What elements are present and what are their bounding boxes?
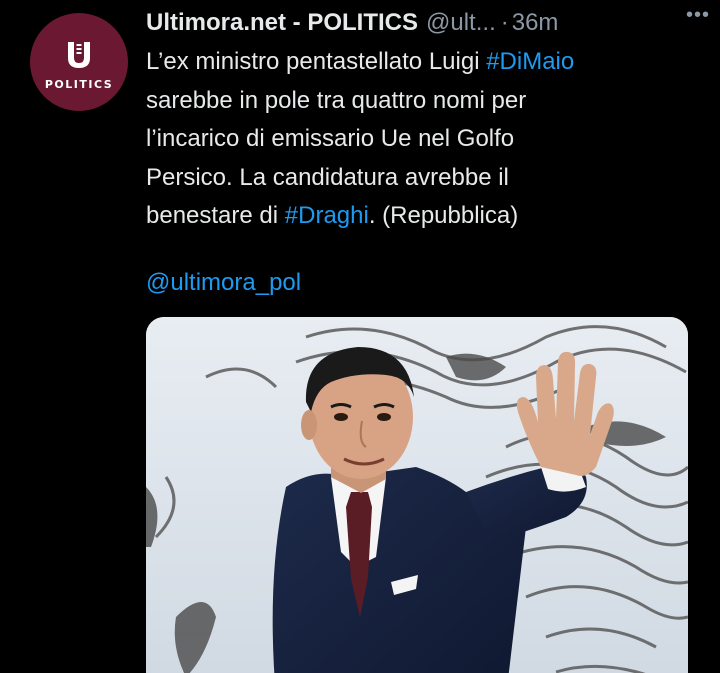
tweet: POLITICS Ultimora.net - POLITICS @ult...… [0,0,720,673]
tweet-line-5: benestare di #Draghi. (Repubblica) [146,197,706,236]
tweet-header: Ultimora.net - POLITICS @ult... · 36m [146,6,700,40]
tweet-line-4: Persico. La candidatura avrebbe il [146,163,509,191]
tweet-line-2: sarebbe in pole tra quattro nomi per [146,86,527,114]
text-segment: benestare di [146,202,285,229]
photo-man-waving-icon [146,317,688,673]
mention-line: @ultimora_pol [146,264,301,302]
mention-link[interactable]: @ultimora_pol [146,269,301,296]
timestamp[interactable]: 36m [512,9,559,37]
avatar-label: POLITICS [44,77,114,91]
ultimora-logo-icon [68,41,90,68]
text-segment: L’ex ministro pentastellato Luigi [146,48,487,75]
text-segment: . (Repubblica) [368,202,519,229]
avatar[interactable]: POLITICS [30,13,128,111]
more-options-icon[interactable]: ••• [686,4,710,27]
tweet-text: L’ex ministro pentastellato Luigi #DiMai… [146,43,706,236]
hashtag-draghi[interactable]: #Draghi [285,202,369,229]
tweet-line-1: L’ex ministro pentastellato Luigi #DiMai… [146,43,706,82]
tweet-photo[interactable] [146,317,688,673]
separator: · [500,9,509,36]
tweet-line-3: l’incarico di emissario Ue nel Golfo [146,125,515,152]
handle[interactable]: @ult... [426,9,496,37]
hashtag-dimaio[interactable]: #DiMaio [486,48,574,75]
display-name[interactable]: Ultimora.net - POLITICS [146,9,418,37]
